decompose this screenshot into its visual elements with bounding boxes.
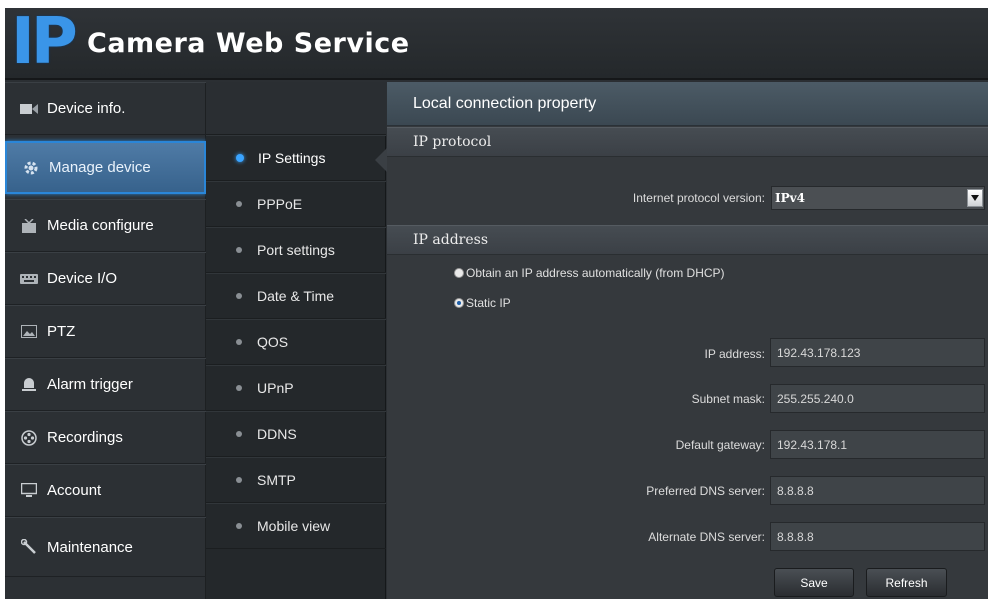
- subnav-label: DDNS: [257, 426, 297, 442]
- ip-address-field[interactable]: 192.43.178.123: [770, 338, 985, 367]
- bell-icon: [19, 377, 39, 393]
- subnav-item-ddns[interactable]: DDNS: [206, 411, 386, 457]
- nav-label: Device I/O: [47, 270, 118, 287]
- monitor-icon: [19, 483, 39, 499]
- subnav-label: Mobile view: [257, 518, 331, 534]
- radio-button-selected: [454, 298, 464, 308]
- subnav-item-qos[interactable]: QOS: [206, 319, 386, 365]
- sub-nav: IP Settings PPPoE Port settings Date & T…: [206, 82, 386, 599]
- header: IP Camera Web Service: [5, 8, 988, 80]
- nav-item-maintenance[interactable]: Maintenance: [5, 517, 206, 577]
- subnav-item-smtp[interactable]: SMTP: [206, 457, 386, 503]
- bullet-icon: [236, 431, 242, 437]
- subnav-item-ip-settings[interactable]: IP Settings: [206, 135, 386, 181]
- nav-item-ptz[interactable]: PTZ: [5, 305, 206, 358]
- nav-label: Maintenance: [47, 538, 133, 556]
- ip-version-value: IPv4: [775, 191, 805, 205]
- subnav-item-mobile-view[interactable]: Mobile view: [206, 503, 386, 549]
- bullet-icon: [236, 385, 242, 391]
- bullet-icon: [236, 201, 242, 207]
- subnav-label: Port settings: [257, 242, 335, 258]
- nav-label: Media configure: [47, 217, 154, 234]
- app-title: Camera Web Service: [87, 28, 410, 59]
- nav-item-device-io[interactable]: Device I/O: [5, 252, 206, 305]
- subnav-label: SMTP: [257, 472, 296, 488]
- subnav-item-pppoe[interactable]: PPPoE: [206, 181, 386, 227]
- subnav-label: Date & Time: [257, 288, 335, 304]
- nav-label: Recordings: [47, 429, 123, 446]
- active-pointer-icon: [375, 148, 387, 172]
- ip-address-label: IP address:: [704, 347, 765, 361]
- save-button[interactable]: Save: [774, 568, 854, 597]
- main-nav: Device info. Manage device Media configu…: [5, 82, 206, 599]
- video-camera-icon: [19, 101, 39, 117]
- bullet-icon: [236, 154, 244, 162]
- nav-label: Account: [47, 482, 102, 499]
- bullet-icon: [236, 477, 242, 483]
- main-panel: Local connection property IP protocol In…: [387, 82, 988, 599]
- ip-version-label: Internet protocol version:: [632, 191, 765, 205]
- subnav-label: UPnP: [257, 380, 294, 396]
- subnav-label: IP Settings: [258, 150, 326, 166]
- subnet-mask-field[interactable]: 255.255.240.0: [770, 384, 985, 413]
- subnav-item-port-settings[interactable]: Port settings: [206, 227, 386, 273]
- radio-static-ip[interactable]: Static IP: [454, 296, 511, 310]
- nav-item-alarm-trigger[interactable]: Alarm trigger: [5, 358, 206, 411]
- nav-item-manage-device[interactable]: Manage device: [5, 141, 206, 194]
- image-icon: [19, 324, 39, 340]
- logo-ip: IP: [11, 8, 78, 79]
- nav-item-account[interactable]: Account: [5, 464, 206, 517]
- media-icon: [19, 218, 39, 234]
- subnav-item-upnp[interactable]: UPnP: [206, 365, 386, 411]
- page-title: Local connection property: [387, 82, 988, 126]
- chevron-down-icon: [967, 189, 983, 207]
- preferred-dns-field[interactable]: 8.8.8.8: [770, 476, 985, 505]
- bullet-icon: [236, 523, 242, 529]
- bullet-icon: [236, 293, 242, 299]
- section-ip-address: IP address: [387, 225, 988, 255]
- subnav-header: [206, 82, 386, 135]
- nav-label: Device info.: [47, 100, 126, 117]
- film-reel-icon: [19, 429, 39, 446]
- app-window: IP Camera Web Service Device info. Manag…: [5, 8, 988, 599]
- default-gateway-label: Default gateway:: [675, 438, 765, 452]
- refresh-button[interactable]: Refresh: [866, 568, 947, 597]
- nav-label: Manage device: [49, 159, 151, 176]
- ip-version-select[interactable]: IPv4: [771, 186, 985, 210]
- nav-item-device-info[interactable]: Device info.: [5, 82, 206, 135]
- subnav-label: QOS: [257, 334, 289, 350]
- nav-item-media-configure[interactable]: Media configure: [5, 199, 206, 252]
- default-gateway-field[interactable]: 192.43.178.1: [770, 430, 985, 459]
- nav-item-recordings[interactable]: Recordings: [5, 411, 206, 464]
- nav-label: PTZ: [47, 323, 76, 340]
- keyboard-icon: [19, 271, 39, 287]
- bullet-icon: [236, 247, 242, 253]
- bullet-icon: [236, 339, 242, 345]
- nav-label: Alarm trigger: [47, 376, 133, 393]
- subnav-item-date-time[interactable]: Date & Time: [206, 273, 386, 319]
- alternate-dns-field[interactable]: 8.8.8.8: [770, 522, 985, 551]
- wrench-icon: [19, 539, 39, 555]
- subnav-label: PPPoE: [257, 196, 303, 212]
- preferred-dns-label: Preferred DNS server:: [646, 484, 765, 498]
- radio-dhcp-label: Obtain an IP address automatically (from…: [466, 266, 725, 280]
- gear-icon: [21, 160, 41, 176]
- section-ip-protocol: IP protocol: [387, 127, 988, 157]
- radio-static-label: Static IP: [466, 296, 511, 310]
- radio-dhcp[interactable]: Obtain an IP address automatically (from…: [454, 266, 725, 280]
- radio-button: [454, 268, 464, 278]
- subnet-mask-label: Subnet mask:: [691, 392, 765, 406]
- alternate-dns-label: Alternate DNS server:: [648, 530, 765, 544]
